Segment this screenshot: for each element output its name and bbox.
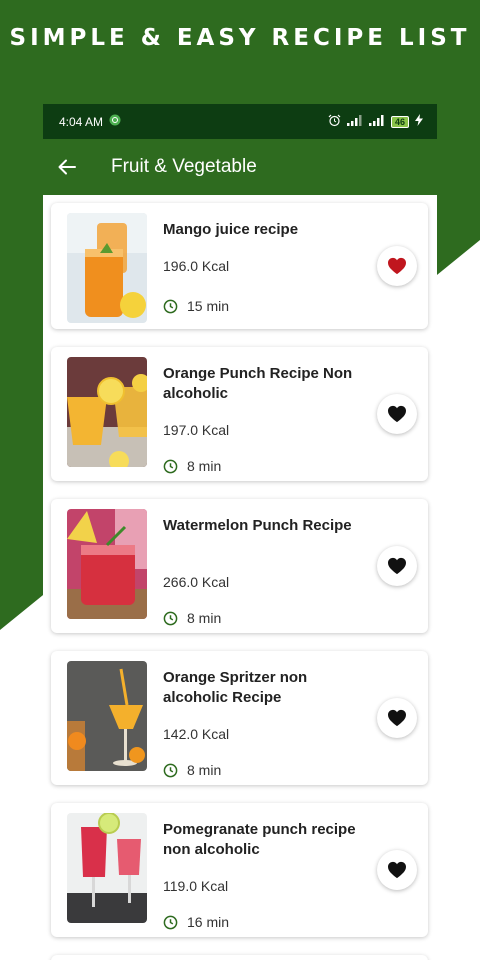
favorite-button[interactable]: [377, 698, 417, 738]
battery-icon: 46: [390, 115, 409, 128]
arrow-left-icon: [58, 159, 76, 175]
favorite-button[interactable]: [377, 394, 417, 434]
recipe-time-row: 8 min: [163, 762, 221, 778]
recipe-kcal: 266.0 Kcal: [163, 574, 230, 590]
promo-title: SIMPLE & EASY RECIPE LIST: [9, 25, 471, 51]
recipe-name: Pomegranate punch recipe non alcoholic: [163, 821, 356, 858]
recipe-kcal: 142.0 Kcal: [163, 726, 230, 742]
heart-icon: [388, 405, 406, 423]
charging-icon: [415, 114, 423, 129]
favorite-button[interactable]: [377, 850, 417, 890]
recipe-card[interactable]: Orange Spritzer non alcoholic Recipe 142…: [51, 651, 428, 785]
clock-icon: [163, 611, 178, 625]
heart-icon: [388, 257, 406, 275]
recipe-time: 8 min: [187, 762, 222, 778]
recipe-kcal: 119.0 Kcal: [163, 878, 229, 894]
recipe-time: 15 min: [187, 298, 230, 314]
recipe-card[interactable]: Mango juice recipe 196.0 Kcal 15 min: [51, 203, 428, 329]
recipe-time: 8 min: [187, 458, 222, 474]
status-icons: 46: [328, 114, 423, 130]
recipe-time: 16 min: [187, 914, 230, 930]
recipe-name: Mango juice recipe: [163, 221, 299, 238]
recipe-card[interactable]: Watermelon Punch Recipe 266.0 Kcal 8 min: [51, 499, 428, 633]
signal-icon: [346, 114, 363, 129]
favorite-button[interactable]: [377, 546, 417, 586]
heart-icon: [388, 709, 406, 727]
heart-icon: [388, 861, 406, 879]
clock-icon: [163, 459, 178, 473]
recipe-kcal: 197.0 Kcal: [163, 422, 230, 438]
clock-icon: [163, 299, 178, 313]
recipe-image: [67, 813, 147, 923]
recipe-card-partial[interactable]: [51, 955, 428, 960]
app-bar: Fruit & Vegetable: [43, 139, 437, 195]
recipe-card[interactable]: Pomegranate punch recipe non alcoholic 1…: [51, 803, 428, 937]
favorite-button[interactable]: [377, 246, 417, 286]
recipe-name: Watermelon Punch Recipe: [163, 517, 352, 534]
status-time: 4:04 AM: [59, 114, 104, 129]
recipe-image: [67, 357, 147, 467]
signal-icon-2: [368, 114, 385, 129]
recipe-image: [67, 661, 147, 771]
recipe-card[interactable]: Orange Punch Recipe Non alcoholic 197.0 …: [51, 347, 428, 481]
recipe-time-row: 8 min: [163, 610, 221, 626]
whatsapp-notification-icon: [109, 114, 121, 129]
page-title: Fruit & Vegetable: [111, 156, 257, 177]
recipe-time-row: 8 min: [163, 458, 221, 474]
heart-icon: [388, 557, 406, 575]
recipe-kcal: 196.0 Kcal: [163, 258, 230, 274]
recipe-name: Orange Punch Recipe Non alcoholic: [163, 365, 353, 402]
clock-icon: [163, 915, 178, 929]
clock-icon: [163, 763, 178, 777]
phone-screen: 4:04 AM 46 Fruit & Vegetable Mango juice…: [43, 104, 437, 960]
recipe-image: [67, 213, 147, 323]
alarm-icon: [328, 114, 341, 130]
status-bar: 4:04 AM 46: [43, 104, 437, 139]
back-button[interactable]: [43, 139, 95, 195]
recipe-time-row: 15 min: [163, 298, 229, 314]
recipe-time: 8 min: [187, 610, 222, 626]
recipe-time-row: 16 min: [163, 914, 229, 930]
recipe-name: Orange Spritzer non alcoholic Recipe: [163, 669, 308, 706]
recipe-image: [67, 509, 147, 619]
